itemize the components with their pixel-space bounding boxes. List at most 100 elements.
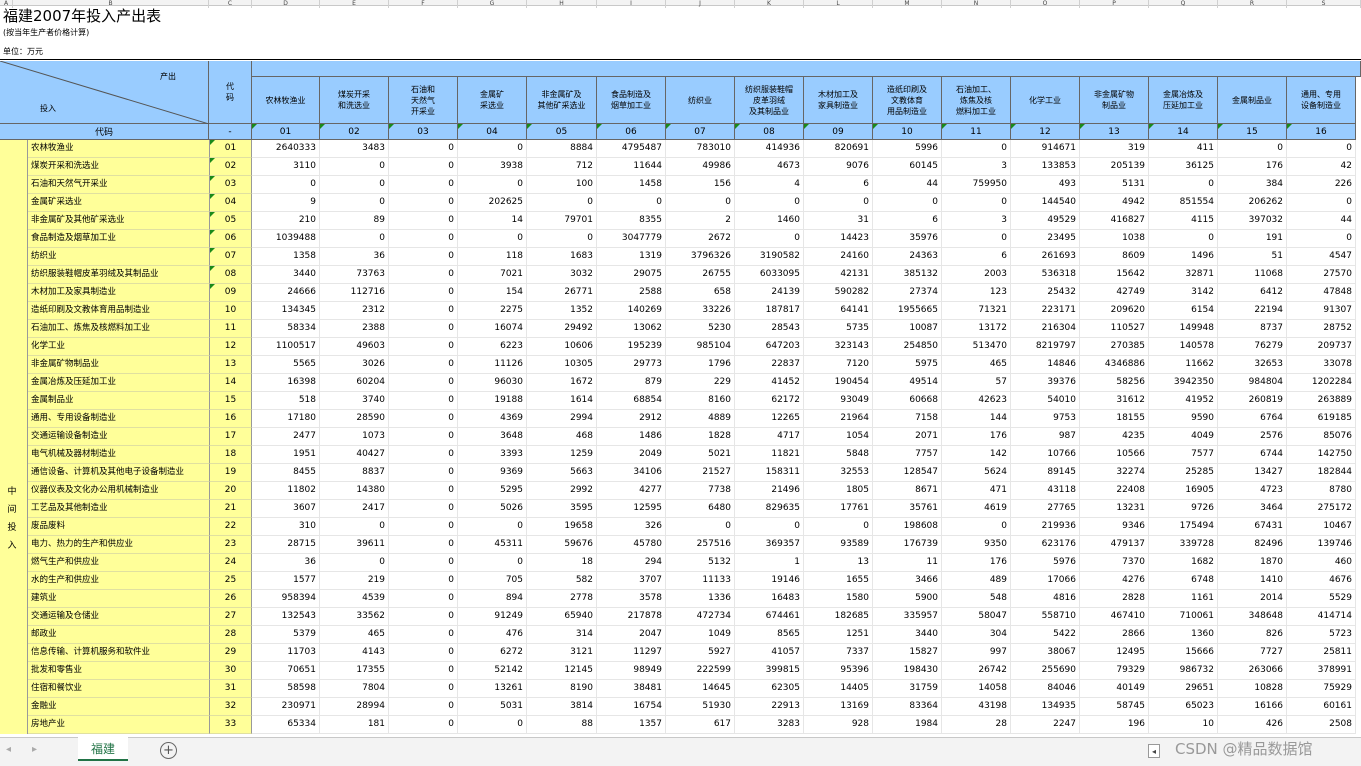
column-header-15[interactable]: 金属制品业 bbox=[1218, 77, 1287, 124]
table-cell[interactable]: 38067 bbox=[1011, 644, 1080, 662]
table-cell[interactable]: 31759 bbox=[873, 680, 942, 698]
row-code[interactable]: 32 bbox=[209, 698, 252, 716]
row-code[interactable]: 25 bbox=[209, 572, 252, 590]
row-code[interactable]: 28 bbox=[209, 626, 252, 644]
table-cell[interactable]: 0 bbox=[458, 518, 527, 536]
table-cell[interactable]: 58598 bbox=[252, 680, 320, 698]
table-cell[interactable]: 2003 bbox=[942, 266, 1011, 284]
column-letter-k[interactable]: K bbox=[735, 0, 804, 8]
table-cell[interactable]: 254850 bbox=[873, 338, 942, 356]
table-cell[interactable]: 6764 bbox=[1218, 410, 1287, 428]
row-label[interactable]: 非金属矿及其他矿采选业 bbox=[28, 212, 209, 230]
column-code-11[interactable]: 11 bbox=[942, 124, 1011, 140]
table-cell[interactable]: 1049 bbox=[666, 626, 735, 644]
table-cell[interactable]: 21964 bbox=[804, 410, 873, 428]
scroll-left-icon[interactable]: ◂ bbox=[1148, 744, 1160, 758]
table-cell[interactable]: 47848 bbox=[1287, 284, 1356, 302]
table-cell[interactable]: 42131 bbox=[804, 266, 873, 284]
table-cell[interactable]: 5996 bbox=[873, 140, 942, 158]
table-cell[interactable]: 219936 bbox=[1011, 518, 1080, 536]
table-cell[interactable]: 93589 bbox=[804, 536, 873, 554]
table-cell[interactable]: 958394 bbox=[252, 590, 320, 608]
table-cell[interactable]: 4049 bbox=[1149, 428, 1218, 446]
table-cell[interactable]: 11644 bbox=[597, 158, 666, 176]
table-cell[interactable]: 5723 bbox=[1287, 626, 1356, 644]
table-cell[interactable]: 25285 bbox=[1149, 464, 1218, 482]
table-cell[interactable]: 10467 bbox=[1287, 518, 1356, 536]
table-cell[interactable]: 1161 bbox=[1149, 590, 1218, 608]
table-cell[interactable]: 0 bbox=[1287, 140, 1356, 158]
table-cell[interactable]: 3578 bbox=[597, 590, 666, 608]
table-cell[interactable]: 1039488 bbox=[252, 230, 320, 248]
table-cell[interactable]: 4346886 bbox=[1080, 356, 1149, 374]
table-cell[interactable]: 1672 bbox=[527, 374, 597, 392]
table-cell[interactable]: 44 bbox=[873, 176, 942, 194]
table-cell[interactable]: 3440 bbox=[252, 266, 320, 284]
table-cell[interactable]: 3740 bbox=[320, 392, 389, 410]
table-cell[interactable]: 1357 bbox=[597, 716, 666, 734]
sheet-tab-fujian[interactable]: 福建 bbox=[78, 737, 128, 761]
table-cell[interactable]: 2049 bbox=[597, 446, 666, 464]
row-code[interactable]: 19 bbox=[209, 464, 252, 482]
table-cell[interactable]: 2828 bbox=[1080, 590, 1149, 608]
table-cell[interactable]: 96030 bbox=[458, 374, 527, 392]
table-cell[interactable]: 6033095 bbox=[735, 266, 804, 284]
table-cell[interactable]: 9 bbox=[252, 194, 320, 212]
table-cell[interactable]: 263066 bbox=[1218, 662, 1287, 680]
table-cell[interactable]: 399815 bbox=[735, 662, 804, 680]
table-cell[interactable]: 58745 bbox=[1080, 698, 1149, 716]
table-cell[interactable]: 4539 bbox=[320, 590, 389, 608]
column-header-09[interactable]: 木材加工及 家具制造业 bbox=[804, 77, 873, 124]
table-cell[interactable]: 26755 bbox=[666, 266, 735, 284]
table-cell[interactable]: 985104 bbox=[666, 338, 735, 356]
table-cell[interactable]: 0 bbox=[1287, 194, 1356, 212]
row-code[interactable]: 27 bbox=[209, 608, 252, 626]
table-cell[interactable]: 261693 bbox=[1011, 248, 1080, 266]
column-code-08[interactable]: 08 bbox=[735, 124, 804, 140]
column-letter-n[interactable]: N bbox=[942, 0, 1011, 8]
table-cell[interactable]: 60161 bbox=[1287, 698, 1356, 716]
table-cell[interactable]: 12495 bbox=[1080, 644, 1149, 662]
table-cell[interactable]: 65940 bbox=[527, 608, 597, 626]
table-cell[interactable]: 0 bbox=[389, 284, 458, 302]
table-cell[interactable]: 2071 bbox=[873, 428, 942, 446]
table-cell[interactable]: 51930 bbox=[666, 698, 735, 716]
table-cell[interactable]: 11126 bbox=[458, 356, 527, 374]
table-cell[interactable]: 1054 bbox=[804, 428, 873, 446]
table-cell[interactable]: 6154 bbox=[1149, 302, 1218, 320]
table-cell[interactable]: 70651 bbox=[252, 662, 320, 680]
table-cell[interactable]: 3466 bbox=[873, 572, 942, 590]
table-cell[interactable]: 83364 bbox=[873, 698, 942, 716]
row-code[interactable]: 20 bbox=[209, 482, 252, 500]
table-cell[interactable]: 205139 bbox=[1080, 158, 1149, 176]
table-cell[interactable]: 24666 bbox=[252, 284, 320, 302]
table-cell[interactable]: 590282 bbox=[804, 284, 873, 302]
column-letter-d[interactable]: D bbox=[252, 0, 320, 8]
column-code-16[interactable]: 16 bbox=[1287, 124, 1356, 140]
table-cell[interactable]: 1796 bbox=[666, 356, 735, 374]
table-cell[interactable]: 45311 bbox=[458, 536, 527, 554]
table-cell[interactable]: 326 bbox=[597, 518, 666, 536]
table-cell[interactable]: 35976 bbox=[873, 230, 942, 248]
table-cell[interactable]: 7727 bbox=[1218, 644, 1287, 662]
table-cell[interactable]: 1614 bbox=[527, 392, 597, 410]
table-cell[interactable]: 3142 bbox=[1149, 284, 1218, 302]
table-cell[interactable]: 8837 bbox=[320, 464, 389, 482]
table-cell[interactable]: 385132 bbox=[873, 266, 942, 284]
table-cell[interactable]: 22837 bbox=[735, 356, 804, 374]
table-cell[interactable]: 411 bbox=[1149, 140, 1218, 158]
column-code-04[interactable]: 04 bbox=[458, 124, 527, 140]
table-cell[interactable]: 75929 bbox=[1287, 680, 1356, 698]
table-cell[interactable]: 28715 bbox=[252, 536, 320, 554]
table-cell[interactable]: 9753 bbox=[1011, 410, 1080, 428]
table-cell[interactable]: 0 bbox=[320, 554, 389, 572]
table-cell[interactable]: 3283 bbox=[735, 716, 804, 734]
column-code-02[interactable]: 02 bbox=[320, 124, 389, 140]
row-label[interactable]: 电力、热力的生产和供应业 bbox=[28, 536, 209, 554]
row-label[interactable]: 批发和零售业 bbox=[28, 662, 209, 680]
table-cell[interactable]: 33226 bbox=[666, 302, 735, 320]
table-cell[interactable]: 58334 bbox=[252, 320, 320, 338]
row-code[interactable]: 31 bbox=[209, 680, 252, 698]
row-label[interactable]: 化学工业 bbox=[28, 338, 209, 356]
table-cell[interactable]: 0 bbox=[389, 428, 458, 446]
